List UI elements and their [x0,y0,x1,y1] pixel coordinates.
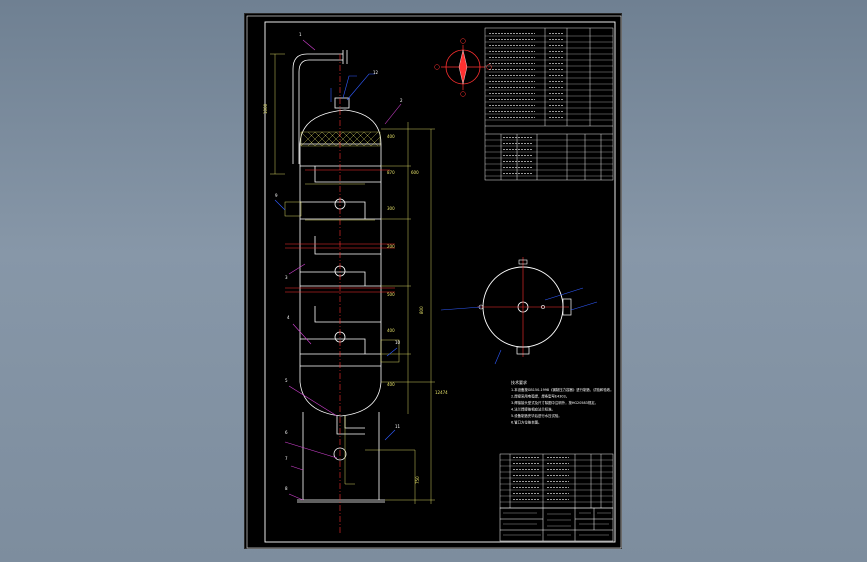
dimension-text-group: 1000 400 870 300 200 500 400 600 800 750 12474 400 [263,103,448,484]
tech-note-line: 5.设备制造完毕后进行水压试验。 [511,413,562,418]
dimension-text: 1000 [263,103,268,114]
title-block-marks [503,512,611,536]
tower-centerline [285,54,395,534]
part-number-label: 4 [287,315,290,320]
design-data-rows [485,33,613,177]
part-number-label: 12 [373,70,379,75]
dimension-text: 870 [387,170,395,175]
tower-elevation [292,50,385,503]
tech-note-line: 3.焊接接头型式及尺寸除图中注明外，按HG20583规定。 [511,400,598,405]
dimension-text: 200 [387,244,395,249]
design-data-table [484,27,614,181]
part-number-label: 8 [285,486,288,491]
dimension-text: 600 [411,170,419,175]
cad-viewport[interactable]: 1000 400 870 300 200 500 400 600 800 750 12474 400 … [0,0,867,562]
tech-note-line: 2.焊接采用电弧焊，焊条型号E4303。 [511,394,569,399]
nozzle-orientation-plan-icon [440,257,598,365]
tech-note-line: 4.法兰焊接按相应法兰标准。 [511,407,555,412]
compass-rose-icon [434,38,492,97]
dimension-text: 300 [387,206,395,211]
dimension-text: 400 [387,328,395,333]
technical-notes: 技术要求 1.本设备按GB150-1998《钢制压力容器》进行制造、试验和验收。… [511,379,614,425]
part-number-label: 5 [285,378,288,383]
tech-note-line: 1.本设备按GB150-1998《钢制压力容器》进行制造、试验和验收。 [511,387,614,392]
part-number-label: 6 [285,430,288,435]
part-number-label: 7 [285,456,288,461]
drawing-sheet[interactable]: 1000 400 870 300 200 500 400 600 800 750 12474 400 … [244,13,622,549]
column-assembly-drawing: 100040087030020050040060080075012474400 … [246,15,622,549]
part-number-group: 123456789101112 [275,32,403,491]
dimension-text: 750 [415,476,420,484]
dimension-text: 400 [387,134,395,139]
dimension-text: 400 [387,382,395,387]
part-number-label: 2 [400,98,403,103]
part-number-label: 9 [275,193,278,198]
part-number-label: 1 [299,32,302,37]
tech-note-line: 6.管口方位按本图。 [511,420,541,425]
dimension-text: 12474 [435,390,448,395]
inner-frame [264,21,616,543]
dimension-lines [270,53,435,504]
dimension-text: 500 [387,292,395,297]
dimension-text: 800 [419,306,424,314]
parts-list-rows [500,457,613,503]
part-number-label: 11 [395,424,401,429]
leader-lines [274,39,402,501]
part-number-label: 3 [285,275,288,280]
tech-notes-title: 技术要求 [511,379,527,385]
part-number-label: 10 [395,340,401,345]
